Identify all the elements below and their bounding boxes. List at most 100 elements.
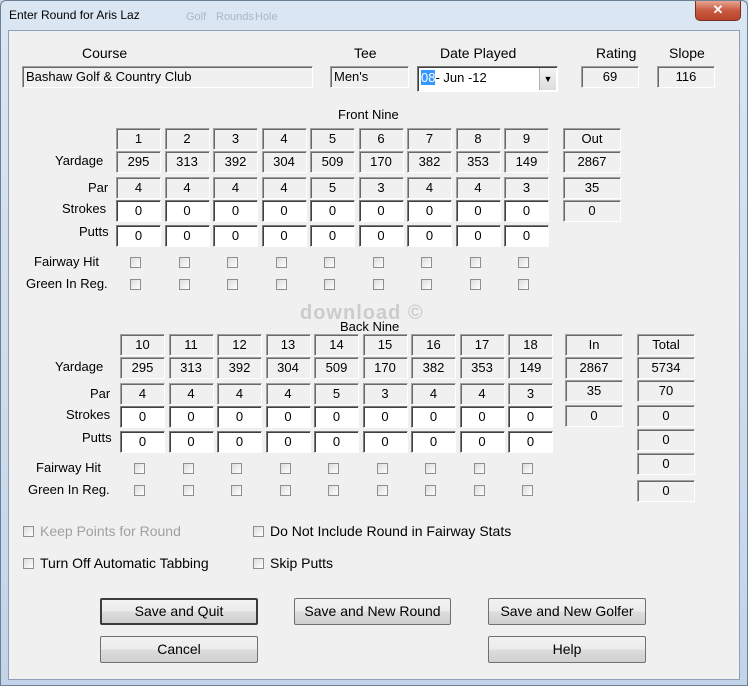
no-fairway-stats-checkbox[interactable]	[253, 526, 264, 537]
putts-input[interactable]: 0	[261, 225, 307, 247]
no-fairway-stats-label[interactable]: Do Not Include Round in Fairway Stats	[270, 523, 511, 539]
fairway-hit-checkbox[interactable]	[231, 463, 242, 474]
green-in-reg-checkbox[interactable]	[522, 485, 533, 496]
skip-putts-checkbox[interactable]	[253, 558, 264, 569]
putts-input[interactable]: 0	[116, 225, 161, 247]
putts-input[interactable]: 0	[508, 431, 553, 453]
strokes-input[interactable]: 0	[213, 200, 258, 222]
putts-input[interactable]: 0	[168, 431, 214, 453]
strokes-input[interactable]: 0	[358, 200, 404, 222]
strokes-input[interactable]: 0	[164, 200, 210, 222]
hole-number: 3	[213, 128, 258, 150]
fairway-hit-checkbox[interactable]	[473, 463, 485, 474]
green-in-reg-checkbox[interactable]	[376, 485, 388, 496]
back-fairway-label: Fairway Hit	[36, 460, 102, 475]
strokes-input[interactable]: 0	[407, 200, 452, 222]
green-in-reg-checkbox[interactable]	[134, 485, 145, 496]
front-gir-label: Green In Reg.	[26, 276, 108, 291]
chevron-down-icon[interactable]: ▼	[539, 68, 556, 90]
back-putts-label: Putts	[82, 430, 112, 445]
fairway-hit-checkbox[interactable]	[469, 257, 481, 268]
strokes-input[interactable]: 0	[362, 406, 408, 428]
save-quit-button[interactable]: Save and Quit	[100, 598, 258, 625]
out-yardage: 2867	[563, 151, 621, 173]
putts-input[interactable]: 0	[164, 225, 210, 247]
hole-number: 15	[362, 334, 408, 356]
tee-field[interactable]: Men's	[330, 66, 409, 88]
fairway-hit-checkbox[interactable]	[182, 463, 194, 474]
putts-input[interactable]: 0	[411, 431, 456, 453]
save-new-golfer-button[interactable]: Save and New Golfer	[488, 598, 646, 625]
hole-number: 17	[459, 334, 505, 356]
fairway-hit-checkbox[interactable]	[522, 463, 533, 474]
close-button[interactable]: ✕	[695, 1, 741, 21]
strokes-input[interactable]: 0	[455, 200, 501, 222]
green-in-reg-checkbox[interactable]	[178, 279, 190, 290]
putts-input[interactable]: 0	[310, 225, 355, 247]
fairway-hit-checkbox[interactable]	[372, 257, 384, 268]
save-new-round-button[interactable]: Save and New Round	[294, 598, 451, 625]
back-strokes-label: Strokes	[66, 407, 111, 422]
green-in-reg-checkbox[interactable]	[130, 279, 141, 290]
strokes-input[interactable]: 0	[217, 406, 262, 428]
green-in-reg-checkbox[interactable]	[518, 279, 529, 290]
strokes-input[interactable]: 0	[314, 406, 359, 428]
strokes-input[interactable]: 0	[411, 406, 456, 428]
putts-input[interactable]: 0	[120, 431, 165, 453]
green-in-reg-checkbox[interactable]	[227, 279, 238, 290]
fairway-hit-checkbox[interactable]	[376, 463, 388, 474]
green-in-reg-checkbox[interactable]	[372, 279, 384, 290]
putts-input[interactable]: 0	[265, 431, 311, 453]
fairway-hit-checkbox[interactable]	[130, 257, 141, 268]
strokes-input[interactable]: 0	[261, 200, 307, 222]
slope-label: Slope	[669, 45, 705, 61]
strokes-input[interactable]: 0	[116, 200, 161, 222]
green-in-reg-checkbox[interactable]	[473, 485, 485, 496]
total-yardage: 5734	[637, 357, 695, 379]
green-in-reg-checkbox[interactable]	[425, 485, 436, 496]
green-in-reg-checkbox[interactable]	[469, 279, 481, 290]
help-button[interactable]: Help	[488, 636, 646, 663]
fairway-hit-checkbox[interactable]	[421, 257, 432, 268]
green-in-reg-checkbox[interactable]	[324, 279, 335, 290]
front-nine-title: Front Nine	[338, 107, 399, 122]
fairway-hit-checkbox[interactable]	[425, 463, 436, 474]
green-in-reg-checkbox[interactable]	[275, 279, 287, 290]
putts-input[interactable]: 0	[213, 225, 258, 247]
putts-input[interactable]: 0	[362, 431, 408, 453]
back-gir-label: Green In Reg.	[28, 482, 110, 497]
putts-input[interactable]: 0	[217, 431, 262, 453]
fairway-hit-checkbox[interactable]	[279, 463, 291, 474]
skip-putts-label[interactable]: Skip Putts	[270, 555, 333, 571]
strokes-input[interactable]: 0	[120, 406, 165, 428]
green-in-reg-checkbox[interactable]	[421, 279, 432, 290]
green-in-reg-checkbox[interactable]	[328, 485, 339, 496]
green-in-reg-checkbox[interactable]	[231, 485, 242, 496]
fairway-hit-checkbox[interactable]	[134, 463, 145, 474]
fairway-hit-checkbox[interactable]	[328, 463, 339, 474]
putts-input[interactable]: 0	[455, 225, 501, 247]
strokes-input[interactable]: 0	[310, 200, 355, 222]
strokes-input[interactable]: 0	[508, 406, 553, 428]
fairway-hit-checkbox[interactable]	[324, 257, 335, 268]
fairway-hit-checkbox[interactable]	[275, 257, 287, 268]
putts-input[interactable]: 0	[314, 431, 359, 453]
date-picker[interactable]: 08- Jun -12 ▼	[417, 66, 558, 92]
cancel-button[interactable]: Cancel	[100, 636, 258, 663]
fairway-hit-checkbox[interactable]	[227, 257, 238, 268]
putts-input[interactable]: 0	[459, 431, 505, 453]
fairway-hit-checkbox[interactable]	[178, 257, 190, 268]
auto-tab-checkbox[interactable]	[23, 558, 34, 569]
strokes-input[interactable]: 0	[504, 200, 549, 222]
strokes-input[interactable]: 0	[168, 406, 214, 428]
course-field[interactable]: Bashaw Golf & Country Club	[22, 66, 313, 88]
auto-tab-label[interactable]: Turn Off Automatic Tabbing	[40, 555, 209, 571]
putts-input[interactable]: 0	[504, 225, 549, 247]
putts-input[interactable]: 0	[358, 225, 404, 247]
strokes-input[interactable]: 0	[265, 406, 311, 428]
strokes-input[interactable]: 0	[459, 406, 505, 428]
putts-input[interactable]: 0	[407, 225, 452, 247]
green-in-reg-checkbox[interactable]	[279, 485, 291, 496]
green-in-reg-checkbox[interactable]	[182, 485, 194, 496]
fairway-hit-checkbox[interactable]	[518, 257, 529, 268]
